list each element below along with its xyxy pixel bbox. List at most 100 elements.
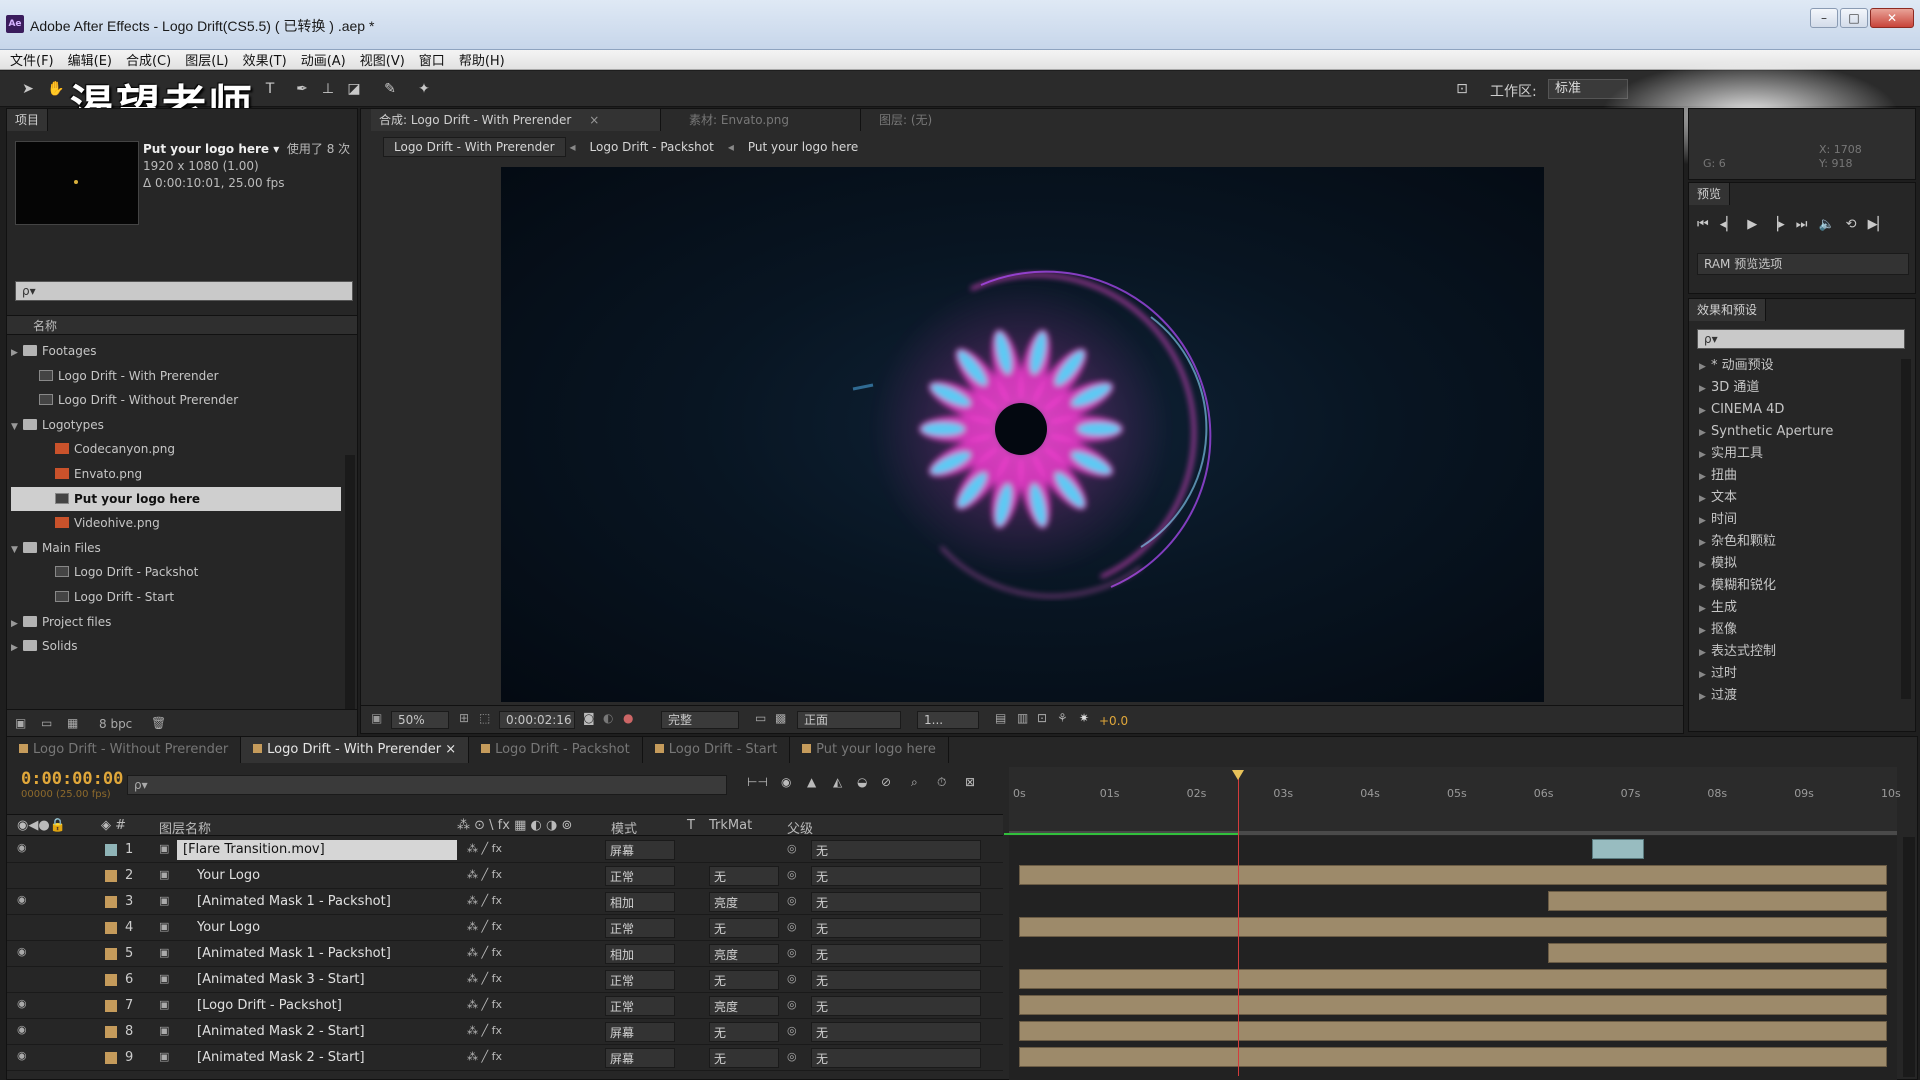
tab-effects-presets[interactable]: 效果和预设: [1689, 299, 1767, 321]
eraser-tool-icon[interactable]: ◪: [344, 79, 364, 99]
effects-category[interactable]: ▶ 生成: [1699, 597, 1899, 619]
layer-duration-bar[interactable]: [1548, 891, 1887, 911]
composition-canvas[interactable]: [501, 167, 1544, 702]
layer-name[interactable]: [Logo Drift - Packshot]: [197, 998, 342, 1013]
grid-icon[interactable]: ⊞: [459, 711, 469, 725]
live-update-icon[interactable]: ◉: [781, 775, 791, 789]
visibility-eye-icon[interactable]: ◉: [17, 842, 29, 853]
transparency-grid-icon[interactable]: ▩: [775, 711, 786, 725]
layer-row[interactable]: ◉ 8 ▣ [Animated Mask 2 - Start] ⁂ ╱ fx 屏幕 无 ◎ 无: [7, 1019, 1003, 1045]
layer-duration-bar[interactable]: [1019, 917, 1887, 937]
timeline-tab[interactable]: Put your logo here: [790, 737, 949, 763]
layer-switches-icon[interactable]: ⁂ ╱ fx: [467, 842, 502, 855]
close-icon[interactable]: ✕: [1870, 8, 1914, 28]
channels-icon[interactable]: ●: [623, 711, 633, 725]
project-item-png[interactable]: Envato.png: [11, 462, 341, 487]
effects-category[interactable]: ▶ 3D 通道: [1699, 377, 1899, 399]
layer-parent-select[interactable]: 无: [811, 970, 981, 990]
layer-row[interactable]: 2 ▣ Your Logo ⁂ ╱ fx 正常 无 ◎ 无: [7, 863, 1003, 889]
layer-trkmat-select[interactable]: 无: [709, 970, 779, 990]
camera-view-select[interactable]: 正面: [797, 711, 901, 729]
layer-switches-icon[interactable]: ⁂ ╱ fx: [467, 946, 502, 959]
layer-duration-bar[interactable]: [1019, 1047, 1887, 1067]
region-of-interest-icon[interactable]: ▭: [755, 711, 766, 725]
chevron-right-icon[interactable]: ▶: [11, 636, 23, 661]
always-preview-icon[interactable]: ▣: [371, 711, 382, 725]
pick-whip-icon[interactable]: ◎: [787, 894, 797, 907]
layer-row[interactable]: 6 ▣ [Animated Mask 3 - Start] ⁂ ╱ fx 正常 无 ◎ 无: [7, 967, 1003, 993]
effects-category[interactable]: ▶ 表达式控制: [1699, 641, 1899, 663]
effects-category[interactable]: ▶ 模糊和锐化: [1699, 575, 1899, 597]
project-item-folder[interactable]: ▼ Main Files: [11, 536, 341, 561]
project-search-input[interactable]: ρ▾: [15, 281, 353, 301]
project-item-comp[interactable]: Logo Drift - Without Prerender: [11, 388, 341, 413]
visibility-eye-icon[interactable]: ◉: [17, 998, 29, 1009]
effects-scrollbar[interactable]: [1901, 359, 1911, 699]
next-frame-icon[interactable]: ▕▸: [1768, 217, 1785, 232]
chevron-down-icon[interactable]: ▼: [11, 538, 23, 563]
effects-category[interactable]: ▶ 扭曲: [1699, 465, 1899, 487]
tab-composition[interactable]: 合成: Logo Drift - With Prerender ×: [371, 109, 661, 131]
layer-row[interactable]: ◉ 1 ▣ [Flare Transition.mov] ⁂ ╱ fx 屏幕 ◎ 无: [7, 837, 1003, 863]
project-column-header[interactable]: 名称: [7, 315, 357, 335]
project-item-comp[interactable]: Logo Drift - Packshot: [11, 560, 341, 585]
maximize-icon[interactable]: □: [1840, 8, 1868, 28]
layer-parent-select[interactable]: 无: [811, 840, 981, 860]
new-comp-icon[interactable]: ▦: [67, 716, 78, 730]
shy-layers-icon[interactable]: ◭: [833, 775, 842, 789]
effects-category[interactable]: ▶ 抠像: [1699, 619, 1899, 641]
layer-mode-select[interactable]: 正常: [605, 996, 675, 1016]
timeline-scrollbar[interactable]: [1903, 837, 1915, 1077]
pixel-aspect-icon[interactable]: ▤: [995, 711, 1006, 725]
roto-brush-tool-icon[interactable]: ✎: [380, 79, 400, 99]
layer-label-color[interactable]: [105, 844, 117, 856]
layer-mode-select[interactable]: 相加: [605, 892, 675, 912]
resolution-select[interactable]: 完整: [661, 711, 739, 729]
layer-switches-icon[interactable]: ⁂ ╱ fx: [467, 1050, 502, 1063]
visibility-off-icon[interactable]: [17, 921, 29, 931]
menu-edit[interactable]: 编辑(E): [68, 50, 112, 69]
layer-duration-bar[interactable]: [1019, 995, 1887, 1015]
layer-trkmat-select[interactable]: 无: [709, 1022, 779, 1042]
pick-whip-icon[interactable]: ◎: [787, 842, 797, 855]
prev-frame-icon[interactable]: ◂▏: [1720, 217, 1737, 232]
tab-layer[interactable]: 图层: (无): [871, 109, 991, 131]
tab-footage[interactable]: 素材: Envato.png: [681, 109, 861, 131]
current-timecode[interactable]: 0:00:00:00: [21, 769, 123, 789]
audio-icon[interactable]: 🔈: [1818, 217, 1834, 232]
effects-category[interactable]: ▶ * 动画预设: [1699, 355, 1899, 377]
project-item-png[interactable]: Videohive.png: [11, 511, 341, 536]
visibility-eye-icon[interactable]: ◉: [17, 894, 29, 905]
layer-mode-select[interactable]: 正常: [605, 866, 675, 886]
layer-trkmat-select[interactable]: 亮度: [709, 996, 779, 1016]
ram-preview-options-select[interactable]: RAM 预览选项: [1697, 253, 1909, 275]
layer-parent-select[interactable]: 无: [811, 944, 981, 964]
layer-duration-bar[interactable]: [1019, 969, 1887, 989]
layer-mode-select[interactable]: 正常: [605, 970, 675, 990]
tab-preview[interactable]: 预览: [1689, 183, 1731, 205]
layer-parent-select[interactable]: 无: [811, 918, 981, 938]
exposure-icon[interactable]: ✷: [1079, 711, 1089, 725]
time-ruler[interactable]: 0s 01s 02s 03s 04s 05s 06s 07s 08s 09s 10s: [1009, 767, 1901, 835]
layer-label-color[interactable]: [105, 896, 117, 908]
timeline-search-input[interactable]: ρ▾: [127, 775, 727, 795]
effects-category[interactable]: ▶ 模拟: [1699, 553, 1899, 575]
layer-mode-select[interactable]: 屏幕: [605, 840, 675, 860]
pick-whip-icon[interactable]: ◎: [787, 998, 797, 1011]
visibility-eye-icon[interactable]: ◉: [17, 1050, 29, 1061]
project-item-comp[interactable]: Logo Drift - With Prerender: [11, 364, 341, 389]
layer-parent-select[interactable]: 无: [811, 866, 981, 886]
layer-row[interactable]: ◉ 9 ▣ [Animated Mask 2 - Start] ⁂ ╱ fx 屏幕 无 ◎ 无: [7, 1045, 1003, 1071]
first-frame-icon[interactable]: ⏮: [1697, 217, 1709, 232]
pick-whip-icon[interactable]: ◎: [787, 920, 797, 933]
layer-parent-select[interactable]: 无: [811, 996, 981, 1016]
selection-tool-icon[interactable]: ➤: [18, 79, 38, 99]
current-time-indicator[interactable]: [1238, 776, 1239, 1076]
project-item-png[interactable]: Codecanyon.png: [11, 437, 341, 462]
effects-category[interactable]: ▶ 杂色和颗粒: [1699, 531, 1899, 553]
layer-duration-bar[interactable]: [1591, 839, 1644, 859]
pick-whip-icon[interactable]: ◎: [787, 868, 797, 881]
pick-whip-icon[interactable]: ◎: [787, 1024, 797, 1037]
brainstorm-icon[interactable]: ⌕: [911, 775, 918, 790]
timeline-link-icon[interactable]: ⊡: [1037, 711, 1047, 725]
